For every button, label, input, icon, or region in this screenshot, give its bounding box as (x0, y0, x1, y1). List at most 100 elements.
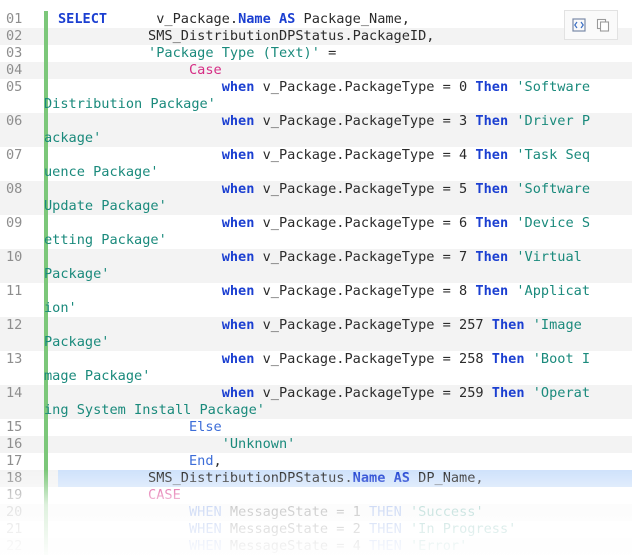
line-number: 16 (6, 436, 23, 452)
code-token: Else (188, 419, 222, 435)
code-token: v_Package.PackageType = 0 (254, 79, 476, 95)
change-gutter-marker (44, 11, 48, 28)
code-text: 'Unknown' (58, 436, 632, 453)
code-token: v_Package.PackageType = 6 (254, 215, 476, 231)
code-text: when v_Package.PackageType = 3 Then 'Dri… (58, 113, 632, 130)
code-token: DP_Name, (409, 470, 484, 486)
code-token: MessageState = 2 (221, 521, 370, 537)
line-number: 22 (6, 538, 23, 554)
code-text: when v_Package.PackageType = 257 Then 'I… (58, 317, 632, 334)
code-token: AS (270, 11, 296, 27)
code-token: ing System Install Package' (44, 402, 265, 418)
line-number: 20 (6, 504, 23, 520)
code-token: THEN (369, 521, 402, 537)
code-text-wrapped: Distribution Package' (44, 96, 632, 113)
code-token: when (221, 249, 255, 265)
view-source-button[interactable] (569, 15, 589, 35)
line-number: 15 (6, 419, 23, 435)
copy-button[interactable] (593, 15, 613, 35)
code-text: when v_Package.PackageType = 4 Then 'Tas… (58, 147, 632, 164)
code-text: WHEN MessageState = 1 THEN 'Success' (58, 504, 632, 521)
code-token: when (221, 351, 255, 367)
change-gutter-marker (44, 351, 48, 368)
code-text: when v_Package.PackageType = 6 Then 'Dev… (58, 215, 632, 232)
code-token: v_Package.PackageType = 3 (254, 113, 476, 129)
code-token: WHEN (188, 521, 222, 537)
code-text: WHEN MessageState = 4 THEN 'Error' (58, 538, 632, 555)
code-token: THEN (369, 504, 402, 520)
code-token: Package_Name, (295, 11, 410, 27)
code-line: 01 SELECT v_Package.Name AS Package_Name, (0, 11, 632, 28)
code-token: v_Package.PackageType = 8 (254, 283, 476, 299)
line-number: 17 (6, 453, 23, 469)
code-token: ion' (44, 300, 77, 316)
code-text-wrapped: Update Package' (44, 198, 632, 215)
code-text: SELECT v_Package.Name AS Package_Name, (58, 11, 632, 28)
code-token: 'Error' (409, 538, 468, 554)
code-text-wrapped: mage Package' (44, 368, 632, 385)
line-number-spacer (0, 300, 44, 317)
code-token: SELECT (58, 11, 108, 27)
code-text: SMS_DistributionDPStatus.PackageID, (58, 28, 632, 45)
code-token: Name (352, 470, 386, 486)
code-text: SMS_DistributionDPStatus.Name AS DP_Name… (58, 470, 632, 487)
code-text-wrapped: ackage' (44, 130, 632, 147)
code-text: Case (58, 62, 632, 79)
code-line: 20 WHEN MessageState = 1 THEN 'Success' (0, 504, 632, 521)
line-number-spacer (0, 164, 44, 181)
change-gutter-marker (44, 521, 48, 538)
code-token: 'Driver P (516, 113, 591, 129)
code-text: when v_Package.PackageType = 5 Then 'Sof… (58, 181, 632, 198)
line-number: 09 (6, 215, 23, 231)
change-gutter-marker (44, 504, 48, 521)
line-number: 21 (6, 521, 23, 537)
change-gutter-marker (44, 436, 48, 453)
code-token: v_Package.PackageType = 4 (254, 147, 476, 163)
code-line: 05 when v_Package.PackageType = 0 Then '… (0, 79, 632, 113)
line-number: 08 (6, 181, 23, 197)
line-number: 12 (6, 317, 23, 333)
code-token: ackage' (44, 130, 102, 146)
line-number: 06 (6, 113, 23, 129)
line-number: 07 (6, 147, 23, 163)
copy-icon (596, 18, 610, 32)
code-token: when (221, 283, 255, 299)
code-token: 'Applicat (516, 283, 591, 299)
code-line: 03 'Package Type (Text)' = (0, 45, 632, 62)
code-text-wrapped: Package' (44, 334, 632, 351)
code-token: v_Package. (107, 11, 239, 27)
code-token: 'Package Type (Text)' (148, 45, 320, 61)
code-text: 'Package Type (Text)' = (58, 45, 632, 62)
code-token: uence Package' (44, 164, 159, 180)
line-number-spacer (0, 266, 44, 283)
code-text: when v_Package.PackageType = 7 Then 'Vir… (58, 249, 632, 266)
code-token: 'Operat (532, 385, 591, 401)
code-text: End, (58, 453, 632, 470)
code-token: WHEN (188, 504, 222, 520)
code-token: 'Software (516, 79, 591, 95)
code-line: 15 Else (0, 419, 632, 436)
code-line: 11 when v_Package.PackageType = 8 Then '… (0, 283, 632, 317)
code-token: 'Unknown' (221, 436, 296, 452)
code-text: WHEN MessageState = 2 THEN 'In Progress' (58, 521, 632, 538)
line-number-spacer (0, 334, 44, 351)
code-token: when (221, 181, 255, 197)
view-source-icon (572, 18, 586, 32)
code-token: Then (491, 351, 525, 367)
code-token: 'Boot I (532, 351, 591, 367)
code-token: v_Package.PackageType = 259 (254, 385, 492, 401)
code-token: 'In Progress' (409, 521, 517, 537)
